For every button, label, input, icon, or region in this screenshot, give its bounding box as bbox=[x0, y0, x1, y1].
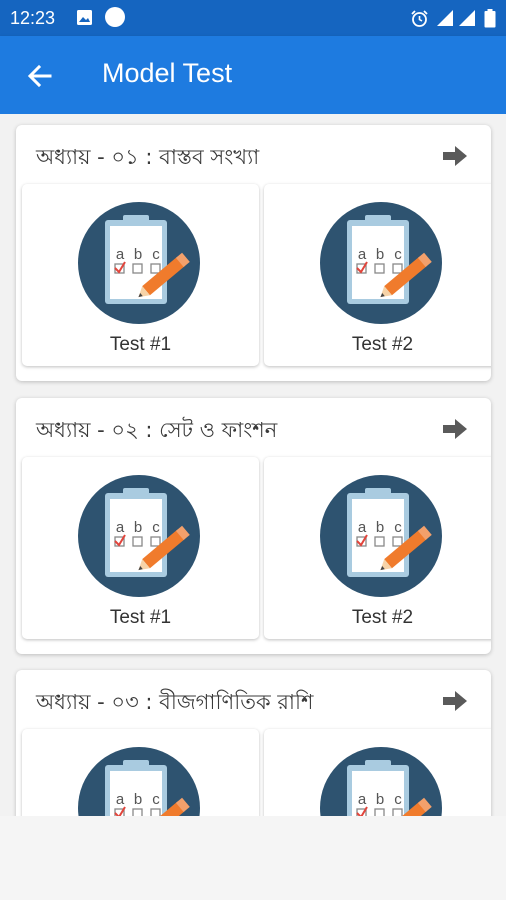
alarm-icon bbox=[411, 10, 428, 27]
svg-text:a: a bbox=[358, 246, 367, 263]
status-bar: 12:23 bbox=[0, 0, 506, 36]
arrow-right-icon[interactable] bbox=[442, 145, 468, 167]
svg-text:a: a bbox=[116, 519, 125, 536]
app-bar: Model Test bbox=[0, 36, 506, 114]
test-label: Test #1 bbox=[109, 334, 172, 355]
test-card[interactable]: abc Test #1 bbox=[22, 184, 259, 366]
clipboard-test-icon: abc bbox=[320, 747, 442, 816]
svg-text:c: c bbox=[152, 519, 160, 536]
empty-bottom-area bbox=[0, 816, 506, 900]
clipboard-test-icon: abc bbox=[320, 475, 442, 597]
svg-text:a: a bbox=[358, 791, 367, 808]
page-title: Model Test bbox=[102, 58, 233, 88]
svg-text:c: c bbox=[152, 246, 160, 263]
chapter-card: অধ্যায় - ০১ : বাস্তব সংখ্যা abc Test #1… bbox=[16, 125, 491, 381]
test-label: Test #2 bbox=[351, 334, 414, 355]
svg-text:c: c bbox=[394, 519, 402, 536]
clipboard-test-icon: abc bbox=[78, 475, 200, 597]
chapter-card: অধ্যায় - ০২ : সেট ও ফাংশন abc Test #1 a… bbox=[16, 398, 491, 654]
svg-text:c: c bbox=[394, 791, 402, 808]
svg-text:a: a bbox=[116, 246, 125, 263]
svg-text:b: b bbox=[376, 246, 384, 263]
arrow-right-icon[interactable] bbox=[442, 690, 468, 712]
chapter-card: অধ্যায় - ০৩ : বীজগাণিতিক রাশি abc abc bbox=[16, 670, 491, 816]
clipboard-test-icon: abc bbox=[78, 202, 200, 324]
test-card[interactable]: abc Test #1 bbox=[22, 457, 259, 639]
test-card[interactable]: abc bbox=[264, 729, 491, 816]
arrow-left-icon[interactable] bbox=[26, 62, 54, 90]
svg-text:b: b bbox=[134, 791, 142, 808]
chapter-title: অধ্যায় - ০৩ : বীজগাণিতিক রাশি bbox=[36, 690, 314, 714]
arrow-right-icon[interactable] bbox=[442, 418, 468, 440]
chapter-list[interactable]: অধ্যায় - ০১ : বাস্তব সংখ্যা abc Test #1… bbox=[0, 114, 506, 816]
image-icon bbox=[77, 10, 92, 25]
test-card[interactable]: abc bbox=[22, 729, 259, 816]
chapter-title: অধ্যায় - ০১ : বাস্তব সংখ্যা bbox=[36, 145, 260, 169]
signal-icon bbox=[459, 10, 475, 26]
battery-icon bbox=[484, 9, 496, 28]
svg-text:c: c bbox=[394, 246, 402, 263]
svg-text:b: b bbox=[134, 246, 142, 263]
svg-text:a: a bbox=[358, 519, 367, 536]
test-label: Test #2 bbox=[351, 607, 414, 628]
clipboard-test-icon: abc bbox=[78, 747, 200, 816]
svg-text:a: a bbox=[116, 791, 125, 808]
signal-icon bbox=[437, 10, 453, 26]
circle-notification-icon bbox=[105, 7, 125, 27]
svg-text:b: b bbox=[134, 519, 142, 536]
test-card[interactable]: abc Test #2 bbox=[264, 184, 491, 366]
clipboard-test-icon: abc bbox=[320, 202, 442, 324]
svg-text:b: b bbox=[376, 791, 384, 808]
chapter-title: অধ্যায় - ০২ : সেট ও ফাংশন bbox=[36, 418, 278, 442]
svg-text:c: c bbox=[152, 791, 160, 808]
test-card[interactable]: abc Test #2 bbox=[264, 457, 491, 639]
test-label: Test #1 bbox=[109, 607, 172, 628]
status-time: 12:23 bbox=[10, 8, 56, 28]
svg-text:b: b bbox=[376, 519, 384, 536]
